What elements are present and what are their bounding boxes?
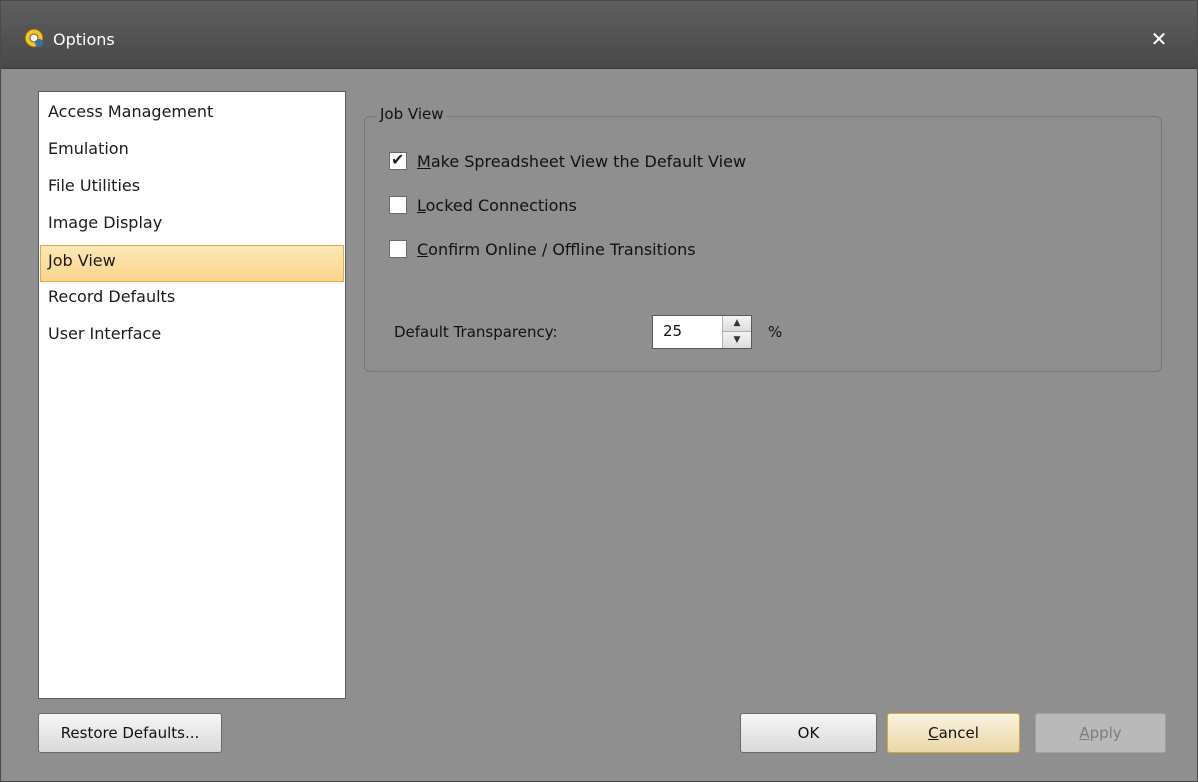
- category-list: Access Management Emulation File Utiliti…: [38, 91, 346, 699]
- transparency-label: Default Transparency:: [394, 323, 558, 341]
- triangle-down-icon: ▼: [733, 334, 741, 345]
- category-item-user-interface[interactable]: User Interface: [39, 319, 345, 356]
- spin-up-button[interactable]: ▲: [723, 316, 751, 332]
- group-title: Job View: [377, 105, 447, 123]
- options-dialog: Options ✕ Access Management Emulation Fi…: [0, 0, 1198, 782]
- triangle-up-icon: ▲: [733, 318, 741, 328]
- category-item-job-view[interactable]: Job View: [40, 245, 344, 282]
- category-item-image-display[interactable]: Image Display: [39, 208, 345, 245]
- checkbox-box[interactable]: ✔: [389, 150, 407, 170]
- category-item-record-defaults[interactable]: Record Defaults: [39, 282, 345, 319]
- checkbox-label: Confirm Online / Offline Transitions: [417, 239, 696, 259]
- checkbox-box[interactable]: [389, 196, 407, 214]
- title-bar: Options ✕: [1, 1, 1197, 69]
- confirm-transitions-checkbox[interactable]: Confirm Online / Offline Transitions: [389, 237, 696, 261]
- spin-down-button[interactable]: ▼: [723, 332, 751, 348]
- spinner-buttons: ▲ ▼: [722, 316, 751, 348]
- transparency-spinner[interactable]: ▲ ▼: [652, 315, 752, 349]
- checkbox-label: Locked Connections: [417, 195, 577, 215]
- spreadsheet-default-checkbox[interactable]: ✔ Make Spreadsheet View the Default View: [389, 149, 746, 173]
- apply-button[interactable]: Apply: [1035, 713, 1166, 753]
- ok-button[interactable]: OK: [740, 713, 877, 753]
- window-title: Options: [53, 30, 115, 49]
- restore-defaults-button[interactable]: Restore Defaults...: [38, 713, 222, 753]
- category-item-access-management[interactable]: Access Management: [39, 97, 345, 134]
- check-icon: ✔: [391, 150, 405, 169]
- checkbox-box[interactable]: [389, 240, 407, 258]
- locked-connections-checkbox[interactable]: Locked Connections: [389, 193, 577, 217]
- cancel-button[interactable]: Cancel: [887, 713, 1020, 753]
- percent-unit: %: [768, 323, 783, 341]
- transparency-input[interactable]: [661, 321, 725, 341]
- close-icon[interactable]: ✕: [1147, 27, 1171, 51]
- category-item-emulation[interactable]: Emulation: [39, 134, 345, 171]
- checkbox-label: Make Spreadsheet View the Default View: [417, 151, 747, 171]
- category-item-file-utilities[interactable]: File Utilities: [39, 171, 345, 208]
- options-app-icon: [24, 28, 44, 48]
